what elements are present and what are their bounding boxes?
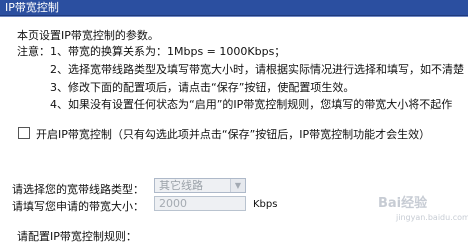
watermark-text: Bai经验	[378, 196, 428, 211]
intro-text: 本页设置IP带宽控制的参数。	[17, 29, 159, 42]
notes-label: 注意：	[17, 45, 50, 58]
note-item-1: 1、带宽的换算关系为：1Mbps = 1000Kbps；	[50, 45, 286, 58]
bandwidth-unit: Kbps	[253, 199, 278, 210]
baidu-jingyan-watermark: Bai经验 jingyan.baidu.com	[378, 196, 468, 223]
note-item-2: 2、选择宽带线路类型及填写带宽大小时，请根据实际情况进行选择和填写，如不清楚	[50, 63, 464, 76]
note-item-4: 4、如果没有设置任何状态为“启用”的IP带宽控制规则，您填写的带宽大小将不起作	[50, 98, 453, 111]
watermark-url: jingyan.baidu.com	[396, 213, 468, 222]
enable-bandwidth-control-row: 开启IP带宽控制（只有勾选此项并点击“保存”按钮后，IP带宽控制功能才会生效）	[18, 126, 431, 141]
note-item-3: 3、修改下面的配置项后，请点击“保存”按钮，使配置项生效。	[50, 81, 355, 94]
line-type-select[interactable]: 其它线路 ▼	[154, 178, 246, 193]
enable-bandwidth-control-checkbox[interactable]	[18, 127, 30, 139]
chevron-down-icon: ▼	[230, 179, 245, 192]
line-type-label: 请选择您的宽带线路类型：	[12, 183, 144, 196]
enable-bandwidth-control-label: 开启IP带宽控制（只有勾选此项并点击“保存”按钮后，IP带宽控制功能才会生效）	[36, 128, 431, 141]
bandwidth-label: 请填写您申请的带宽大小：	[12, 200, 144, 213]
page-title: IP带宽控制	[5, 1, 59, 14]
line-type-value: 其它线路	[159, 179, 203, 192]
rules-label: 请配置IP带宽控制规则：	[17, 230, 137, 243]
title-divider	[0, 16, 468, 17]
bandwidth-input[interactable]: 2000	[154, 196, 246, 211]
page-title-bar: IP带宽控制	[0, 0, 468, 16]
bandwidth-value: 2000	[159, 197, 187, 210]
